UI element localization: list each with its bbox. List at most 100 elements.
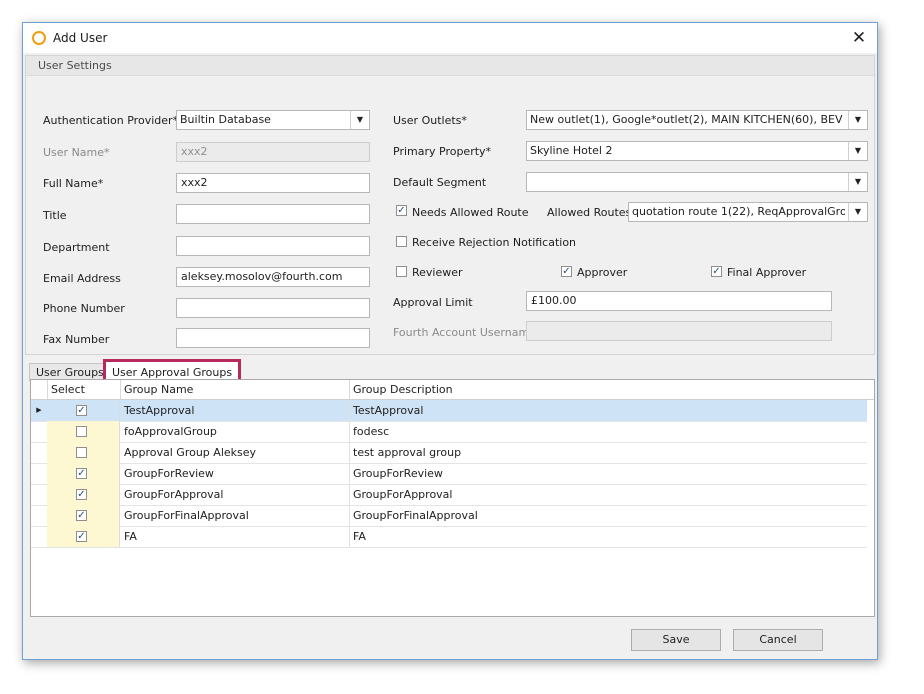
column-header-group-description[interactable]: Group Description bbox=[353, 383, 453, 396]
row-select-checkbox[interactable]: ✓ bbox=[76, 405, 87, 416]
row-select-checkbox[interactable] bbox=[76, 447, 87, 458]
title-field[interactable] bbox=[176, 204, 370, 224]
group-name-cell: GroupForFinalApproval bbox=[124, 509, 249, 522]
table-row[interactable]: foApprovalGroup fodesc bbox=[31, 421, 867, 443]
department-field[interactable] bbox=[176, 236, 370, 256]
window-title: Add User bbox=[53, 31, 108, 45]
needs-allowed-route-label: Needs Allowed Route bbox=[412, 206, 529, 219]
column-header-group-name[interactable]: Group Name bbox=[124, 383, 193, 396]
user-outlets-value: New outlet(1), Google*outlet(2), MAIN KI… bbox=[530, 113, 845, 126]
phone-label: Phone Number bbox=[43, 302, 125, 315]
primary-property-dropdown[interactable]: Skyline Hotel 2 ▼ bbox=[526, 141, 868, 161]
user-settings-header: User Settings bbox=[26, 56, 874, 76]
row-select-checkbox[interactable]: ✓ bbox=[76, 468, 87, 479]
group-name-cell: foApprovalGroup bbox=[124, 425, 217, 438]
row-select-checkbox[interactable]: ✓ bbox=[76, 489, 87, 500]
group-description-cell: TestApproval bbox=[353, 404, 424, 417]
user-outlets-label: User Outlets* bbox=[393, 114, 467, 127]
fax-field[interactable] bbox=[176, 328, 370, 348]
select-cell: ✓ bbox=[47, 505, 120, 526]
approver-label: Approver bbox=[577, 266, 628, 279]
table-row[interactable]: ✓ GroupForApproval GroupForApproval bbox=[31, 484, 867, 506]
chevron-down-icon[interactable]: ▼ bbox=[848, 173, 867, 191]
auth-provider-dropdown[interactable]: Builtin Database ▼ bbox=[176, 110, 370, 130]
allowed-routes-dropdown[interactable]: quotation route 1(22), ReqApprovalGrou..… bbox=[628, 202, 868, 222]
row-indicator-icon bbox=[31, 484, 48, 505]
table-row[interactable]: ✓ GroupForFinalApproval GroupForFinalAppro… bbox=[31, 505, 867, 527]
group-description-cell: GroupForApproval bbox=[353, 488, 453, 501]
row-indicator-icon: ▶ bbox=[31, 400, 48, 421]
row-indicator-icon bbox=[31, 421, 48, 442]
department-label: Department bbox=[43, 241, 110, 254]
app-icon bbox=[32, 31, 46, 45]
allowed-routes-value: quotation route 1(22), ReqApprovalGrou..… bbox=[632, 205, 845, 218]
approval-groups-grid: Select Group Name Group Description ▶ ✓ Te… bbox=[30, 379, 875, 617]
add-user-dialog: Add User ✕ User Settings Authentication … bbox=[22, 22, 878, 660]
table-row[interactable]: ✓ GroupForReview GroupForReview bbox=[31, 463, 867, 485]
user-settings-panel: User Settings Authentication Provider* B… bbox=[25, 55, 875, 355]
grid-header: Select Group Name Group Description bbox=[31, 380, 874, 400]
column-header-select[interactable]: Select bbox=[51, 383, 85, 396]
group-name-cell: GroupForReview bbox=[124, 467, 214, 480]
email-label: Email Address bbox=[43, 272, 121, 285]
select-cell bbox=[47, 421, 120, 442]
receive-rejection-checkbox[interactable] bbox=[396, 236, 407, 247]
chevron-down-icon[interactable]: ▼ bbox=[848, 111, 867, 129]
user-name-label: User Name* bbox=[43, 146, 110, 159]
email-field[interactable]: aleksey.mosolov@fourth.com bbox=[176, 267, 370, 287]
row-select-checkbox[interactable] bbox=[76, 426, 87, 437]
primary-property-value: Skyline Hotel 2 bbox=[530, 144, 613, 157]
full-name-field[interactable]: xxx2 bbox=[176, 173, 370, 193]
approval-limit-field[interactable]: £100.00 bbox=[526, 291, 832, 311]
reviewer-checkbox[interactable] bbox=[396, 266, 407, 277]
group-description-cell: GroupForReview bbox=[353, 467, 443, 480]
title-label: Title bbox=[43, 209, 67, 222]
chevron-down-icon[interactable]: ▼ bbox=[848, 203, 867, 221]
receive-rejection-label: Receive Rejection Notification bbox=[412, 236, 577, 249]
group-description-cell: GroupForFinalApproval bbox=[353, 509, 478, 522]
select-cell: ✓ bbox=[47, 463, 120, 484]
group-description-cell: test approval group bbox=[353, 446, 462, 459]
auth-provider-value: Builtin Database bbox=[180, 113, 271, 126]
chevron-down-icon[interactable]: ▼ bbox=[350, 111, 369, 129]
group-description-cell: fodesc bbox=[353, 425, 390, 438]
row-indicator-icon bbox=[31, 463, 48, 484]
user-outlets-dropdown[interactable]: New outlet(1), Google*outlet(2), MAIN KI… bbox=[526, 110, 868, 130]
close-icon[interactable]: ✕ bbox=[847, 27, 871, 49]
tab-strip: User Groups User Approval Groups bbox=[23, 353, 877, 386]
table-row[interactable]: ▶ ✓ TestApproval TestApproval bbox=[31, 400, 867, 422]
cancel-button[interactable]: Cancel bbox=[733, 629, 823, 651]
auth-provider-label: Authentication Provider* bbox=[43, 114, 179, 127]
group-description-cell: FA bbox=[353, 530, 366, 543]
group-name-cell: Approval Group Aleksey bbox=[124, 446, 257, 459]
default-segment-dropdown[interactable]: ▼ bbox=[526, 172, 868, 192]
final-approver-label: Final Approver bbox=[727, 266, 807, 279]
select-cell bbox=[47, 442, 120, 463]
needs-allowed-route-checkbox[interactable]: ✓ bbox=[396, 205, 407, 216]
fourth-account-field bbox=[526, 321, 832, 341]
row-indicator-icon bbox=[31, 526, 48, 547]
primary-property-label: Primary Property* bbox=[393, 145, 492, 158]
row-indicator-icon bbox=[31, 505, 48, 526]
fourth-account-label: Fourth Account Username bbox=[393, 326, 536, 339]
group-name-cell: FA bbox=[124, 530, 137, 543]
save-button[interactable]: Save bbox=[631, 629, 721, 651]
user-name-field: xxx2 bbox=[176, 142, 370, 162]
chevron-down-icon[interactable]: ▼ bbox=[848, 142, 867, 160]
fax-label: Fax Number bbox=[43, 333, 110, 346]
row-select-checkbox[interactable]: ✓ bbox=[76, 531, 87, 542]
default-segment-label: Default Segment bbox=[393, 176, 487, 189]
approver-checkbox[interactable]: ✓ bbox=[561, 266, 572, 277]
full-name-label: Full Name* bbox=[43, 177, 104, 190]
select-cell: ✓ bbox=[47, 400, 120, 421]
table-row[interactable]: ✓ FA FA bbox=[31, 526, 867, 548]
final-approver-checkbox[interactable]: ✓ bbox=[711, 266, 722, 277]
row-select-checkbox[interactable]: ✓ bbox=[76, 510, 87, 521]
row-indicator-icon bbox=[31, 442, 48, 463]
title-bar: Add User ✕ bbox=[23, 23, 877, 53]
approval-limit-label: Approval Limit bbox=[393, 296, 473, 309]
user-settings-title: User Settings bbox=[38, 59, 112, 72]
table-row[interactable]: Approval Group Aleksey test approval grou… bbox=[31, 442, 867, 464]
group-name-cell: TestApproval bbox=[124, 404, 195, 417]
phone-field[interactable] bbox=[176, 298, 370, 318]
